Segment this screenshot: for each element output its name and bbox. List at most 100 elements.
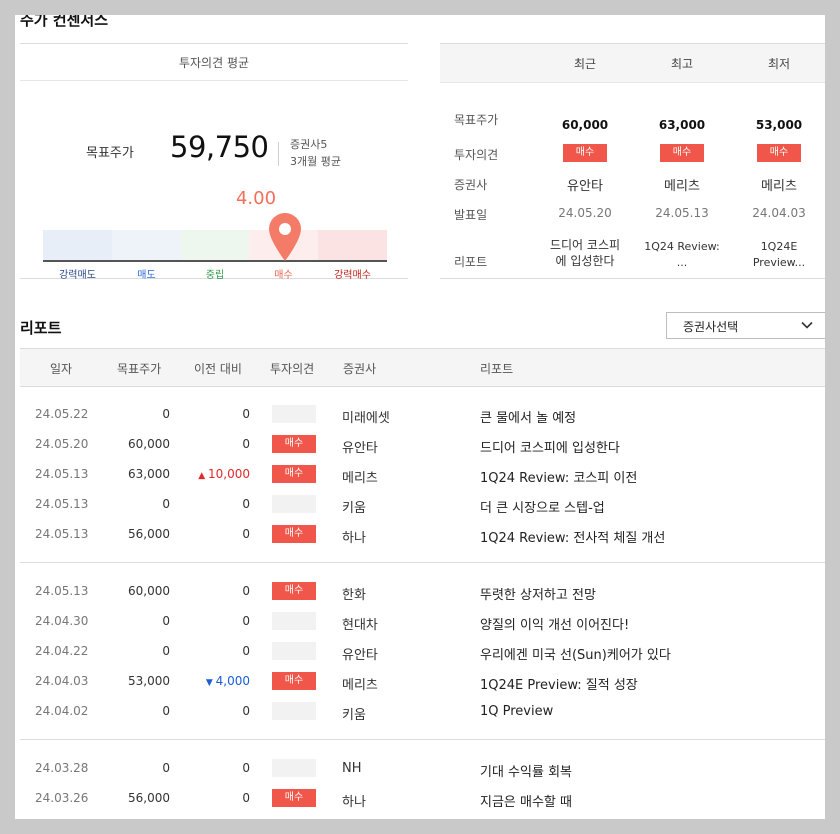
low-report-link[interactable]: 1Q24E Preview... [729,239,825,271]
row-change-value: 10,000 [208,467,250,481]
row-date: 24.04.22 [35,644,89,658]
broker-select-dropdown[interactable]: 증권사선택 [666,312,825,339]
target-price-value: 59,750 [170,130,269,164]
gauge-label-strong-buy: 강력매수 [334,270,371,281]
row-change: ▼ 4,000 [170,674,250,688]
row-date: 24.05.20 [35,437,89,451]
high-report-link[interactable]: 1Q24 Review: ... [632,239,732,271]
opinion-empty [272,642,316,660]
table-row[interactable]: 24.05.20 60,000 0 매수 유안타 드디어 코스피에 입성한다 [20,429,825,459]
table-row[interactable]: 24.05.13 60,000 0 매수 한화 뚜렷한 상저하고 전망 [20,576,825,606]
recent-report-link[interactable]: 드디어 코스피 에 입성한다 [535,237,635,269]
row-report-link[interactable]: 1Q Preview [480,704,553,719]
row-label-date: 발표일 [454,208,488,222]
low-target-price: 53,000 [755,118,803,132]
opinion-badge: 매수 [563,144,607,162]
high-broker: 메리츠 [664,179,700,194]
gauge-score: 4.00 [235,188,277,209]
row-target-price: 0 [162,704,170,718]
row-report-link[interactable]: 기대 수익률 회복 [480,761,572,780]
row-broker: 유안타 [342,648,378,663]
row-change: ▲ 10,000 [170,467,250,481]
map-pin-icon [268,213,301,261]
recent-broker: 유안타 [567,179,603,194]
row-change: 0 [170,704,250,718]
report-line: 드디어 코스피 [549,238,621,252]
opinion-empty [272,759,316,777]
row-change-value: 0 [242,437,250,451]
opinion-empty [272,702,316,720]
row-report-link[interactable]: 우리에겐 미국 선(Sun)케어가 있다 [480,644,671,663]
row-change: 0 [170,761,250,775]
table-row[interactable]: 24.04.02 0 0 키움 1Q Preview [20,696,825,726]
row-change: 0 [170,791,250,805]
table-row[interactable]: 24.03.28 0 0 NH 기대 수익률 회복 [20,753,825,783]
row-report-link[interactable]: 1Q24 Review: 전사적 체질 개선 [480,527,665,546]
report-line: 1Q24 Review: [644,240,720,253]
row-report-link[interactable]: 더 큰 시장으로 스텝-업 [480,497,605,516]
row-change-value: 0 [242,407,250,421]
row-report-link[interactable]: 1Q24 Review: 코스피 이전 [480,467,637,486]
header-broker: 증권사 [343,362,377,376]
row-target-price: 0 [162,644,170,658]
table-row[interactable]: 24.05.13 0 0 키움 더 큰 시장으로 스텝-업 [20,489,825,519]
row-date: 24.04.03 [35,674,89,688]
row-report-link[interactable]: 큰 물에서 놀 예정 [480,407,576,426]
row-date: 24.05.22 [35,407,89,421]
row-report-link[interactable]: 지금은 매수할 때 [480,791,572,810]
row-broker: 미래에셋 [342,411,390,426]
row-change: 0 [170,497,250,511]
row-target-price: 60,000 [128,584,170,598]
gauge-segment-neutral [181,230,249,260]
row-broker: NH [342,761,362,776]
table-row[interactable]: 24.04.03 53,000 ▼ 4,000 매수 메리츠 1Q24E Preview:… [20,666,825,696]
table-row[interactable]: 24.03.26 56,000 0 매수 하나 지금은 매수할 때 [20,783,825,813]
header-target-price: 목표주가 [117,362,162,376]
row-date: 24.05.13 [35,497,89,511]
average-period: 3개월 평균 [290,155,341,168]
opinion-empty [272,495,316,513]
reports-table-header: 일자 목표주가 이전 대비 투자의견 증권사 리포트 [20,348,825,387]
table-row[interactable]: 24.04.22 0 0 유안타 우리에겐 미국 선(Sun)케어가 있다 [20,636,825,666]
consensus-summary: 투자의견 평균 목표주가 59,750 증권사5 3개월 평균 4.00 강력매… [20,43,408,281]
broker-count: 증권사5 [290,138,328,151]
gauge-label-sell: 매도 [137,270,156,281]
row-change-value: 0 [242,584,250,598]
row-report-link[interactable]: 드디어 코스피에 입성한다 [480,437,620,456]
opinion-badge: 매수 [660,144,704,162]
row-report-link[interactable]: 뚜렷한 상저하고 전망 [480,584,596,603]
row-change: 0 [170,527,250,541]
row-date: 24.03.26 [35,791,89,805]
consensus-panel: 주가 컨센서스 투자의견 평균 목표주가 59,750 증권사5 3개월 평균 … [15,15,825,819]
group-divider [20,739,825,740]
row-label-broker: 증권사 [454,178,488,192]
opinion-badge: 매수 [272,672,316,690]
row-broker: 하나 [342,795,366,810]
row-report-link[interactable]: 1Q24E Preview: 질적 성장 [480,674,638,693]
row-date: 24.05.13 [35,584,89,598]
table-row[interactable]: 24.05.22 0 0 미래에셋 큰 물에서 놀 예정 [20,399,825,429]
row-report-link[interactable]: 양질의 이익 개선 이어진다! [480,614,629,633]
opinion-badge: 매수 [272,525,316,543]
gauge-label-strong-sell: 강력매도 [59,270,96,281]
high-date: 24.05.13 [655,206,709,220]
table-row[interactable]: 24.05.13 56,000 0 매수 하나 1Q24 Review: 전사적 체질 개… [20,519,825,549]
consensus-title: 주가 컨센서스 [20,15,109,29]
column-high: 최고 [670,57,694,71]
row-label-report: 리포트 [454,255,488,269]
row-target-price: 56,000 [128,527,170,541]
row-target-price: 0 [162,497,170,511]
opinion-badge: 매수 [757,144,801,162]
row-date: 24.03.28 [35,761,89,775]
row-change-value: 0 [242,761,250,775]
consensus-caption: 투자의견 평균 [178,56,250,70]
row-change-value: 0 [242,644,250,658]
group-divider [20,562,825,563]
row-change: 0 [170,614,250,628]
table-row[interactable]: 24.05.13 63,000 ▲ 10,000 매수 메리츠 1Q24 Review: … [20,459,825,489]
row-target-price: 56,000 [128,791,170,805]
table-row[interactable]: 24.04.30 0 0 현대차 양질의 이익 개선 이어진다! [20,606,825,636]
opinion-badge: 매수 [272,789,316,807]
opinion-gauge-bar [43,230,387,262]
triangle-down-icon: ▼ [205,678,216,688]
